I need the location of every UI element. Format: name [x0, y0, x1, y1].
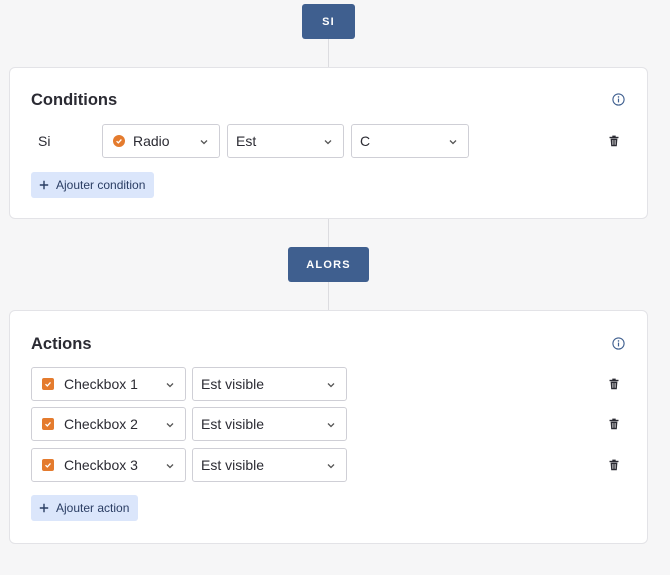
action-type-label: Est visible: [201, 416, 265, 432]
action-type-select[interactable]: Est visible: [192, 407, 347, 441]
plus-icon: [39, 180, 49, 190]
condition-operator-select[interactable]: Est: [227, 124, 344, 158]
action-target-label: Checkbox 2: [64, 416, 138, 432]
condition-operator-label: Est: [236, 133, 257, 149]
action-row: Checkbox 2 Est visible: [31, 407, 631, 441]
action-target-select[interactable]: Checkbox 1: [31, 367, 186, 401]
condition-row: Si Radio Est C: [31, 124, 631, 158]
checkbox-icon: [42, 418, 54, 430]
chevron-down-icon: [166, 464, 174, 469]
chevron-down-icon: [200, 140, 208, 145]
conditions-card: Conditions Si Radio Est C Ajouter condit…: [9, 67, 648, 219]
action-target-select[interactable]: Checkbox 3: [31, 448, 186, 482]
info-icon[interactable]: [612, 337, 625, 350]
add-condition-label: Ajouter condition: [56, 178, 146, 192]
condition-prefix: Si: [38, 133, 51, 149]
trash-icon[interactable]: [608, 135, 620, 147]
actions-card: Actions Checkbox 1 Est visible Checkbox …: [9, 310, 648, 544]
info-icon[interactable]: [612, 93, 625, 106]
condition-value-label: C: [360, 133, 371, 149]
action-type-label: Est visible: [201, 376, 265, 392]
connector-top: [328, 39, 329, 67]
action-row: Checkbox 3 Est visible: [31, 448, 631, 482]
add-condition-button[interactable]: Ajouter condition: [31, 172, 155, 198]
condition-value-select[interactable]: C: [351, 124, 469, 158]
action-type-select[interactable]: Est visible: [192, 367, 347, 401]
chevron-down-icon: [327, 423, 335, 428]
chevron-down-icon: [449, 140, 457, 145]
then-pill: ALORS: [288, 247, 369, 282]
connector-middle-bottom: [328, 282, 329, 310]
chevron-down-icon: [324, 140, 332, 145]
plus-icon: [39, 503, 49, 513]
action-type-label: Est visible: [201, 457, 265, 473]
actions-title: Actions: [31, 335, 92, 353]
chevron-down-icon: [327, 383, 335, 388]
action-type-select[interactable]: Est visible: [192, 448, 347, 482]
checkbox-icon: [42, 459, 54, 471]
condition-field-select[interactable]: Radio: [102, 124, 220, 158]
add-action-button[interactable]: Ajouter action: [31, 495, 139, 521]
trash-icon[interactable]: [608, 459, 620, 471]
action-target-select[interactable]: Checkbox 2: [31, 407, 186, 441]
chevron-down-icon: [166, 383, 174, 388]
add-action-label: Ajouter action: [56, 501, 130, 515]
trash-icon[interactable]: [608, 418, 620, 430]
trash-icon[interactable]: [608, 378, 620, 390]
conditions-title: Conditions: [31, 91, 118, 109]
chevron-down-icon: [327, 464, 335, 469]
chevron-down-icon: [166, 423, 174, 428]
action-row: Checkbox 1 Est visible: [31, 367, 631, 401]
action-target-label: Checkbox 3: [64, 457, 138, 473]
action-target-label: Checkbox 1: [64, 376, 138, 392]
connector-middle-top: [328, 219, 329, 247]
condition-field-label: Radio: [133, 133, 170, 149]
checkbox-icon: [42, 378, 54, 390]
if-pill: SI: [302, 4, 355, 39]
radio-icon: [113, 135, 125, 147]
